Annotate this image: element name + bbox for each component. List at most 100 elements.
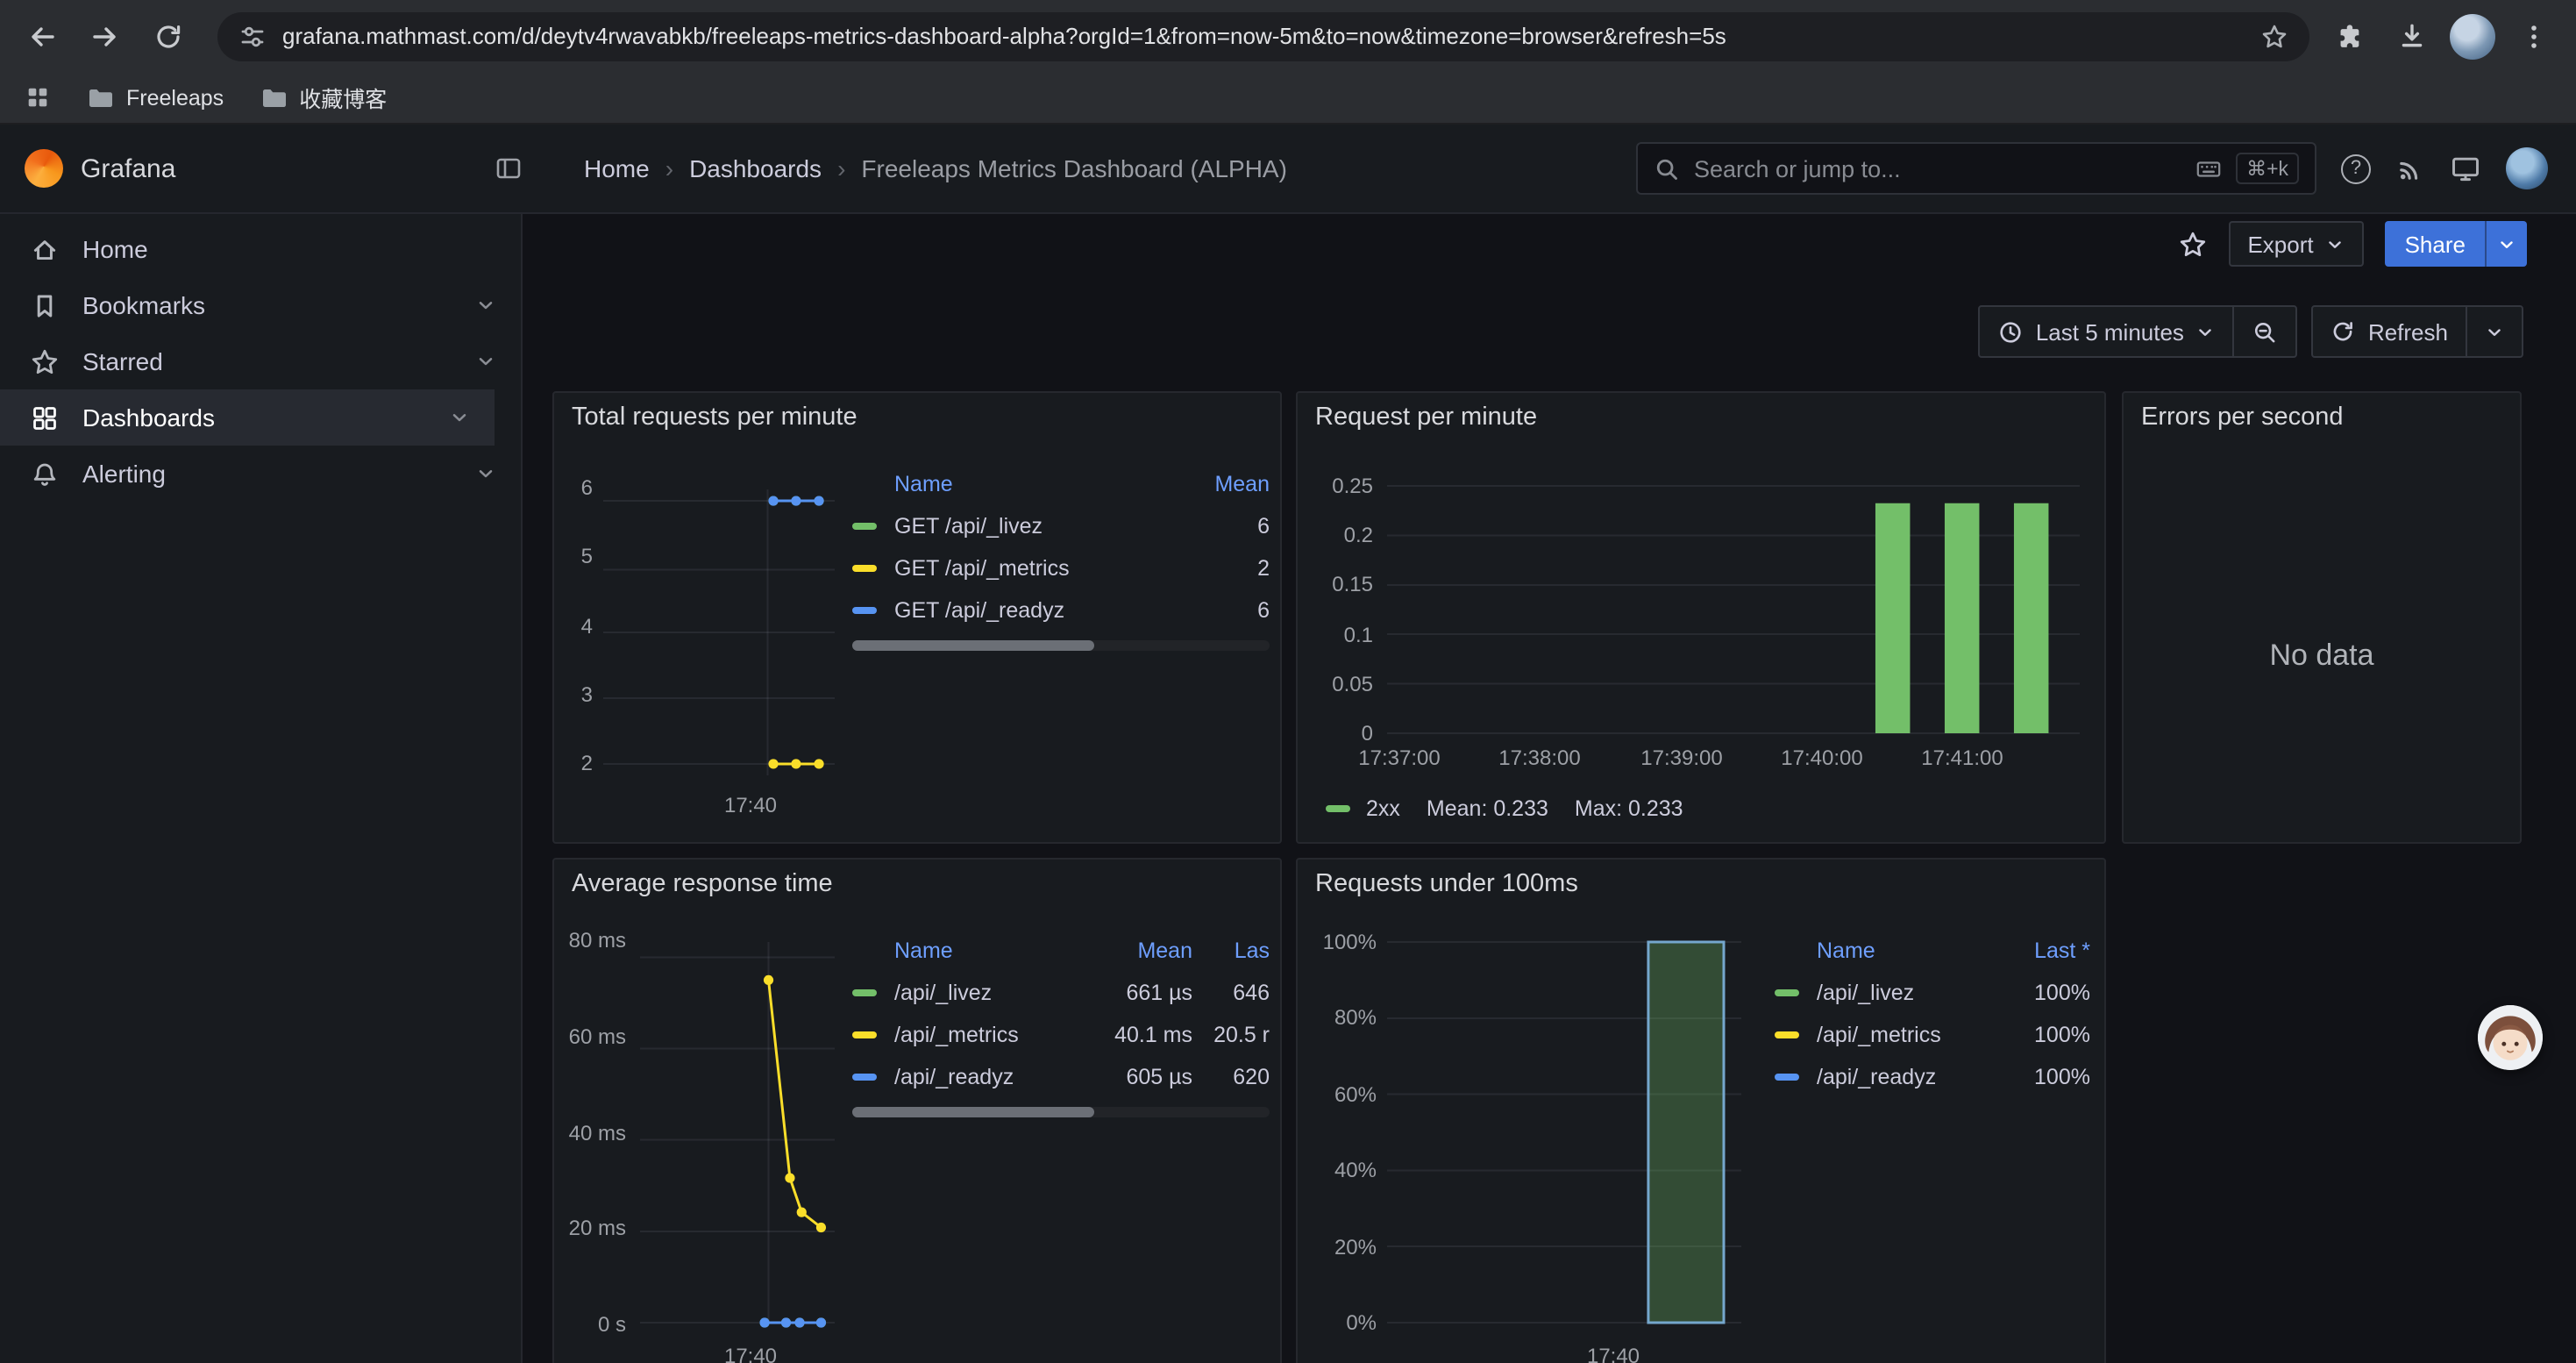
sidebar-item-starred[interactable]: Starred [0, 333, 521, 389]
table-row[interactable]: /api/_livez 100% [1775, 972, 2090, 1014]
downloads-icon[interactable] [2387, 11, 2436, 61]
table-row[interactable]: /api/_readyz 100% [1775, 1056, 2090, 1098]
table-scrollbar[interactable] [852, 1107, 1270, 1117]
assistant-avatar[interactable] [2478, 1005, 2543, 1070]
search-input[interactable]: Search or jump to... ⌘+k [1636, 142, 2316, 195]
browser-toolbar: grafana.mathmast.com/d/deytv4rwavabkb/fr… [0, 0, 2576, 72]
table-row[interactable]: GET /api/_metrics 2 [852, 547, 1270, 589]
panel-average-response-time: Average response time 80 ms 60 ms 40 ms … [552, 858, 1282, 1363]
scrollbar-thumb[interactable] [852, 640, 1094, 651]
legend: 2xx Mean: 0.233 Max: 0.233 [1326, 796, 1683, 821]
collapse-sidebar-icon[interactable] [495, 154, 523, 182]
chevron-down-icon [2326, 234, 2345, 253]
panel-title[interactable]: Request per minute [1315, 403, 1537, 432]
table-header: Name Mean [852, 463, 1270, 505]
no-data-message: No data [2124, 639, 2520, 674]
share-button[interactable]: Share [2386, 221, 2527, 267]
table-header: Name Last * [1775, 930, 2090, 972]
export-label: Export [2247, 231, 2313, 257]
series-color-chip [852, 523, 877, 530]
search-icon [1654, 155, 1680, 182]
series-color-chip [852, 607, 877, 614]
breadcrumb-home[interactable]: Home [584, 154, 650, 182]
y-axis: 80 ms 60 ms 40 ms 20 ms 0 s [554, 928, 626, 1337]
search-placeholder: Search or jump to... [1694, 155, 2181, 182]
column-name[interactable]: Name [894, 938, 1084, 963]
column-mean[interactable]: Mean [1084, 938, 1192, 963]
news-rss-icon[interactable] [2395, 153, 2425, 183]
panel-title[interactable]: Total requests per minute [572, 403, 857, 432]
sidebar-item-bookmarks[interactable]: Bookmarks [0, 277, 521, 333]
column-last[interactable]: Last * [1999, 938, 2090, 963]
table-row[interactable]: /api/_metrics 40.1 ms 20.5 r [852, 1014, 1270, 1056]
x-tick: 17:40:00 [1781, 746, 1862, 770]
time-range-label: Last 5 minutes [2036, 318, 2184, 345]
panel-title[interactable]: Average response time [572, 870, 833, 898]
bookmark-label: 收藏博客 [299, 81, 387, 114]
bookmark-star-icon[interactable] [2260, 22, 2288, 50]
scrollbar-thumb[interactable] [852, 1107, 1094, 1117]
table-row[interactable]: GET /api/_livez 6 [852, 505, 1270, 547]
series-color-chip [852, 1074, 877, 1081]
reload-button[interactable] [144, 11, 193, 61]
bar-chart[interactable] [1387, 942, 1741, 1323]
bookmark-folder-blogs[interactable]: 收藏博客 [259, 81, 387, 114]
browser-menu-icon[interactable] [2509, 11, 2558, 61]
line-chart[interactable] [640, 942, 835, 1323]
favorite-star-icon[interactable] [2177, 229, 2207, 259]
export-button[interactable]: Export [2228, 221, 2364, 267]
panel-title[interactable]: Errors per second [2141, 403, 2344, 432]
table-scrollbar[interactable] [852, 640, 1270, 651]
refresh-group: Refresh [2312, 305, 2523, 358]
x-tick: 17:38:00 [1498, 746, 1580, 770]
breadcrumb-separator: › [837, 154, 845, 182]
extensions-icon[interactable] [2323, 11, 2373, 61]
apps-grid-icon[interactable] [25, 84, 51, 111]
chevron-down-icon[interactable] [475, 295, 496, 316]
user-avatar[interactable] [2506, 147, 2548, 189]
table-row[interactable]: /api/_livez 661 µs 646 [852, 972, 1270, 1014]
table-row[interactable]: /api/_metrics 100% [1775, 1014, 2090, 1056]
sidebar-item-home[interactable]: Home [0, 221, 521, 277]
sidebar-item-label: Bookmarks [82, 291, 205, 319]
grafana-logo[interactable] [25, 149, 63, 188]
column-name[interactable]: Name [894, 472, 1182, 496]
dashboard-main: Export Share Last 5 minutes [523, 214, 2576, 1363]
site-settings-icon[interactable] [238, 22, 267, 50]
column-last[interactable]: Las [1192, 938, 1270, 963]
bar-chart[interactable] [1387, 486, 2080, 733]
monitor-icon[interactable] [2450, 153, 2481, 184]
column-mean[interactable]: Mean [1182, 472, 1270, 496]
chevron-down-icon[interactable] [449, 407, 470, 428]
forward-button[interactable] [81, 11, 130, 61]
panel-title[interactable]: Requests under 100ms [1315, 870, 1578, 898]
refresh-interval-chevron[interactable] [2466, 307, 2522, 356]
legend-series-label[interactable]: 2xx [1366, 796, 1400, 821]
search-shortcut: ⌘+k [2236, 153, 2299, 184]
chevron-down-icon [2497, 234, 2516, 253]
chevron-down-icon[interactable] [475, 463, 496, 484]
legend-table: Name Mean Las /api/_livez 661 µs 646 [852, 930, 1270, 1098]
time-picker-group: Last 5 minutes [1978, 305, 2298, 358]
time-range-picker[interactable]: Last 5 minutes [1980, 307, 2233, 356]
sidebar-item-alerting[interactable]: Alerting [0, 446, 521, 502]
column-name[interactable]: Name [1817, 938, 1999, 963]
zoom-out-button[interactable] [2233, 307, 2296, 356]
back-button[interactable] [18, 11, 67, 61]
refresh-button[interactable]: Refresh [2314, 307, 2466, 356]
line-chart[interactable] [603, 489, 835, 775]
series-color-chip [852, 989, 877, 996]
table-row[interactable]: GET /api/_readyz 6 [852, 589, 1270, 632]
table-row[interactable]: /api/_readyz 605 µs 620 [852, 1056, 1270, 1098]
breadcrumb-dashboards[interactable]: Dashboards [689, 154, 822, 182]
browser-profile-avatar[interactable] [2450, 13, 2495, 59]
sidebar-item-dashboards[interactable]: Dashboards [0, 389, 495, 446]
folder-icon [86, 83, 114, 111]
share-menu-chevron[interactable] [2485, 221, 2527, 267]
chevron-down-icon[interactable] [475, 351, 496, 372]
x-tick: 17:40 [724, 793, 777, 817]
address-bar[interactable]: grafana.mathmast.com/d/deytv4rwavabkb/fr… [217, 11, 2309, 61]
help-icon[interactable]: ? [2341, 153, 2371, 183]
bookmark-folder-freeleaps[interactable]: Freeleaps [86, 83, 224, 111]
series-color-chip [1775, 989, 1799, 996]
